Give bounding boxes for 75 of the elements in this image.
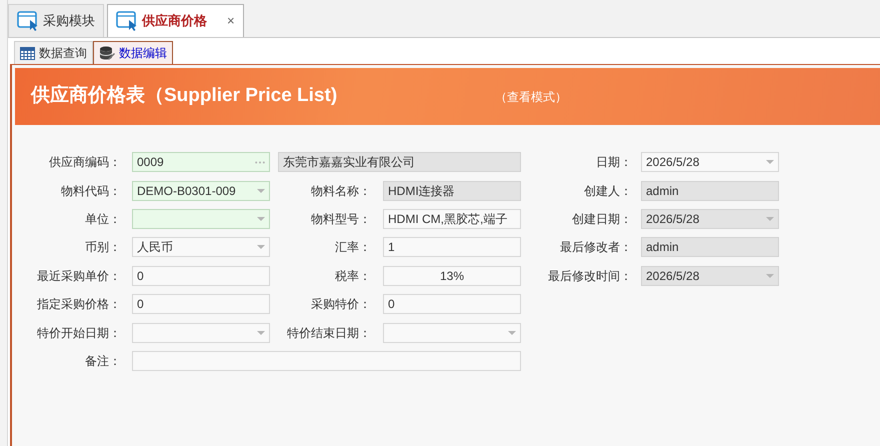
table-grid-icon bbox=[20, 46, 35, 60]
dropdown-caret-icon[interactable] bbox=[257, 245, 265, 250]
dropdown-caret-icon[interactable] bbox=[766, 274, 774, 278]
field-value: HDMI CM,黑胶芯,端子 bbox=[388, 212, 508, 225]
ellipsis-icon[interactable] bbox=[255, 160, 265, 164]
field-value: 13% bbox=[438, 270, 466, 282]
field-label: 创建日期： bbox=[572, 210, 632, 228]
dropdown-field[interactable] bbox=[132, 322, 270, 343]
input-field[interactable]: admin bbox=[641, 180, 779, 201]
dropdown-caret-icon[interactable] bbox=[766, 160, 774, 164]
input-field[interactable]: HDMI连接器 bbox=[383, 180, 521, 201]
dropdown-field[interactable]: 人民币 bbox=[132, 237, 270, 258]
field-label: 物料代码： bbox=[61, 182, 121, 200]
database-edit-icon bbox=[99, 46, 115, 60]
module-tab[interactable]: 采购模块 bbox=[8, 4, 104, 37]
input-field[interactable] bbox=[132, 350, 521, 371]
dropdown-caret-icon[interactable] bbox=[508, 330, 516, 335]
view-mode-label: （查看模式） bbox=[495, 88, 568, 106]
window-cursor-icon bbox=[17, 11, 39, 31]
form-title: 供应商价格表（Supplier Price List) bbox=[31, 84, 338, 108]
field-value: HDMI连接器 bbox=[388, 184, 456, 197]
dropdown-caret-icon[interactable] bbox=[257, 188, 265, 193]
field-label: 单位： bbox=[85, 210, 121, 228]
field-value: 2026/5/28 bbox=[646, 270, 700, 282]
field-label: 最后修改时间： bbox=[548, 268, 632, 285]
view-tab[interactable]: 数据编辑 bbox=[93, 41, 173, 64]
dropdown-field[interactable]: 2026/5/28 bbox=[641, 266, 779, 286]
input-field[interactable]: HDMI CM,黑胶芯,端子 bbox=[383, 208, 521, 229]
input-field[interactable]: admin bbox=[641, 237, 779, 258]
field-value: 0009 bbox=[137, 156, 165, 168]
field-value: 2026/5/28 bbox=[646, 212, 700, 225]
input-field[interactable]: 0 bbox=[383, 294, 521, 314]
field-value: 0 bbox=[137, 298, 145, 310]
field-label: 税率： bbox=[335, 268, 371, 285]
input-field[interactable]: 13% bbox=[383, 266, 521, 286]
input-field[interactable]: 东莞市嘉嘉实业有限公司 bbox=[278, 152, 521, 172]
dropdown-caret-icon[interactable] bbox=[257, 330, 265, 335]
dropdown-field[interactable]: 2026/5/28 bbox=[641, 152, 779, 172]
field-value: 0 bbox=[137, 270, 145, 282]
view-tab[interactable]: 数据查询 bbox=[14, 41, 93, 64]
close-tab-button[interactable]: × bbox=[227, 11, 235, 31]
input-field[interactable]: 0 bbox=[132, 294, 270, 314]
field-value: 人民币 bbox=[137, 241, 174, 254]
field-value: admin bbox=[646, 241, 680, 254]
input-field[interactable]: 0 bbox=[132, 266, 270, 286]
field-label: 供应商编码： bbox=[49, 154, 121, 172]
field-label: 特价结束日期： bbox=[287, 324, 371, 342]
field-label: 物料名称： bbox=[311, 182, 371, 200]
dropdown-field[interactable]: DEMO-B0301-009 bbox=[132, 180, 270, 201]
dropdown-field[interactable] bbox=[132, 208, 270, 229]
dropdown-field[interactable]: 2026/5/28 bbox=[641, 208, 779, 229]
dropdown-caret-icon[interactable] bbox=[766, 216, 774, 221]
field-label: 备注： bbox=[85, 352, 121, 370]
field-label: 最近采购单价： bbox=[37, 268, 121, 285]
field-value: 东莞市嘉嘉实业有限公司 bbox=[283, 156, 416, 168]
field-label: 日期： bbox=[596, 154, 632, 172]
field-label: 币别： bbox=[85, 239, 121, 256]
field-value: 2026/5/28 bbox=[646, 156, 700, 168]
field-label: 创建人： bbox=[584, 182, 632, 200]
input-field[interactable]: 0009 bbox=[132, 152, 270, 172]
dropdown-caret-icon[interactable] bbox=[257, 216, 265, 221]
field-label: 指定采购价格： bbox=[37, 296, 121, 314]
window-cursor-icon bbox=[116, 11, 138, 31]
field-value: 0 bbox=[388, 298, 396, 310]
field-label: 汇率： bbox=[335, 239, 371, 256]
field-label: 最后修改者： bbox=[560, 239, 632, 256]
field-label: 采购特价： bbox=[311, 296, 371, 314]
field-value: 1 bbox=[388, 241, 396, 254]
field-value: admin bbox=[646, 184, 680, 197]
field-label: 物料型号： bbox=[311, 210, 371, 228]
field-label: 特价开始日期： bbox=[37, 324, 121, 342]
input-field[interactable]: 1 bbox=[383, 237, 521, 258]
field-value: DEMO-B0301-009 bbox=[137, 184, 237, 197]
dropdown-field[interactable] bbox=[383, 322, 521, 343]
module-tab[interactable]: 供应商价格 × bbox=[107, 4, 244, 37]
